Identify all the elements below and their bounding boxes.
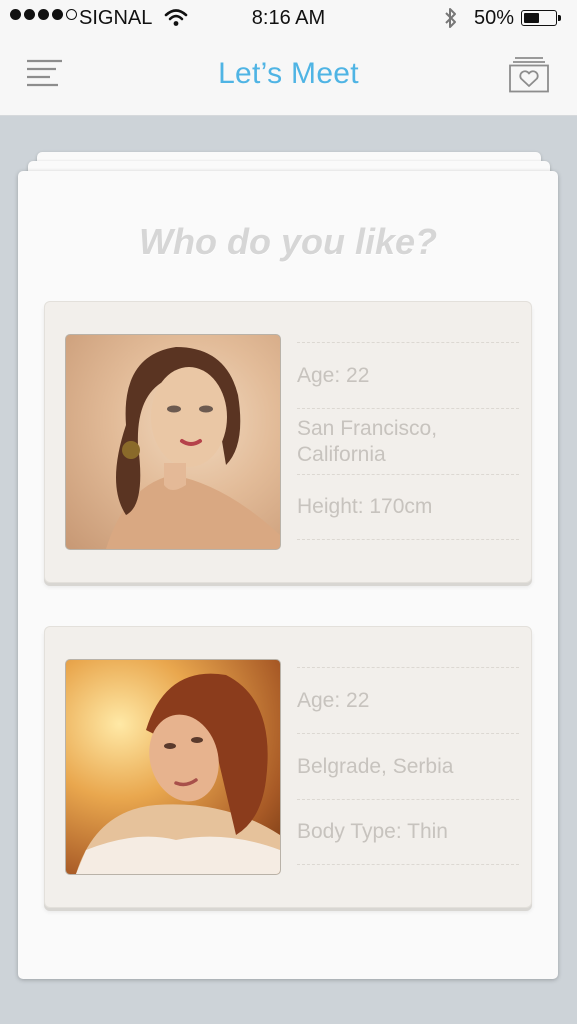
- profile-location: San Francisco, California: [297, 408, 519, 474]
- favorites-button[interactable]: [507, 55, 551, 95]
- profile-info: Age: 22 San Francisco, California Height…: [297, 342, 519, 540]
- profile-age: Age: 22: [297, 342, 519, 408]
- battery-icon: [521, 10, 561, 26]
- page-title: Let’s Meet: [218, 57, 359, 90]
- profiles-card: Who do you like? Age: 22 San Francisco, …: [18, 171, 558, 979]
- portrait-photo: [76, 673, 280, 874]
- profile-detail: Body Type: Thin: [297, 799, 519, 865]
- profile-detail: Height: 170cm: [297, 474, 519, 540]
- profile-age: Age: 22: [297, 667, 519, 733]
- battery-percentage: 50%: [474, 7, 515, 29]
- profile-card[interactable]: Age: 22 San Francisco, California Height…: [44, 301, 532, 583]
- profile-info: Age: 22 Belgrade, Serbia Body Type: Thin: [297, 667, 519, 865]
- profile-photo: [65, 659, 281, 875]
- status-bar: SIGNAL 8:16 AM 50%: [0, 0, 577, 38]
- profile-photo: [65, 334, 281, 550]
- portrait-photo: [106, 347, 280, 549]
- profile-card[interactable]: Age: 22 Belgrade, Serbia Body Type: Thin: [44, 626, 532, 908]
- bluetooth-icon: [445, 8, 456, 28]
- heart-box-icon: [509, 57, 549, 93]
- navigation-bar: Let’s Meet: [0, 38, 577, 116]
- card-heading: Who do you like?: [139, 221, 437, 262]
- profile-location: Belgrade, Serbia: [297, 733, 519, 799]
